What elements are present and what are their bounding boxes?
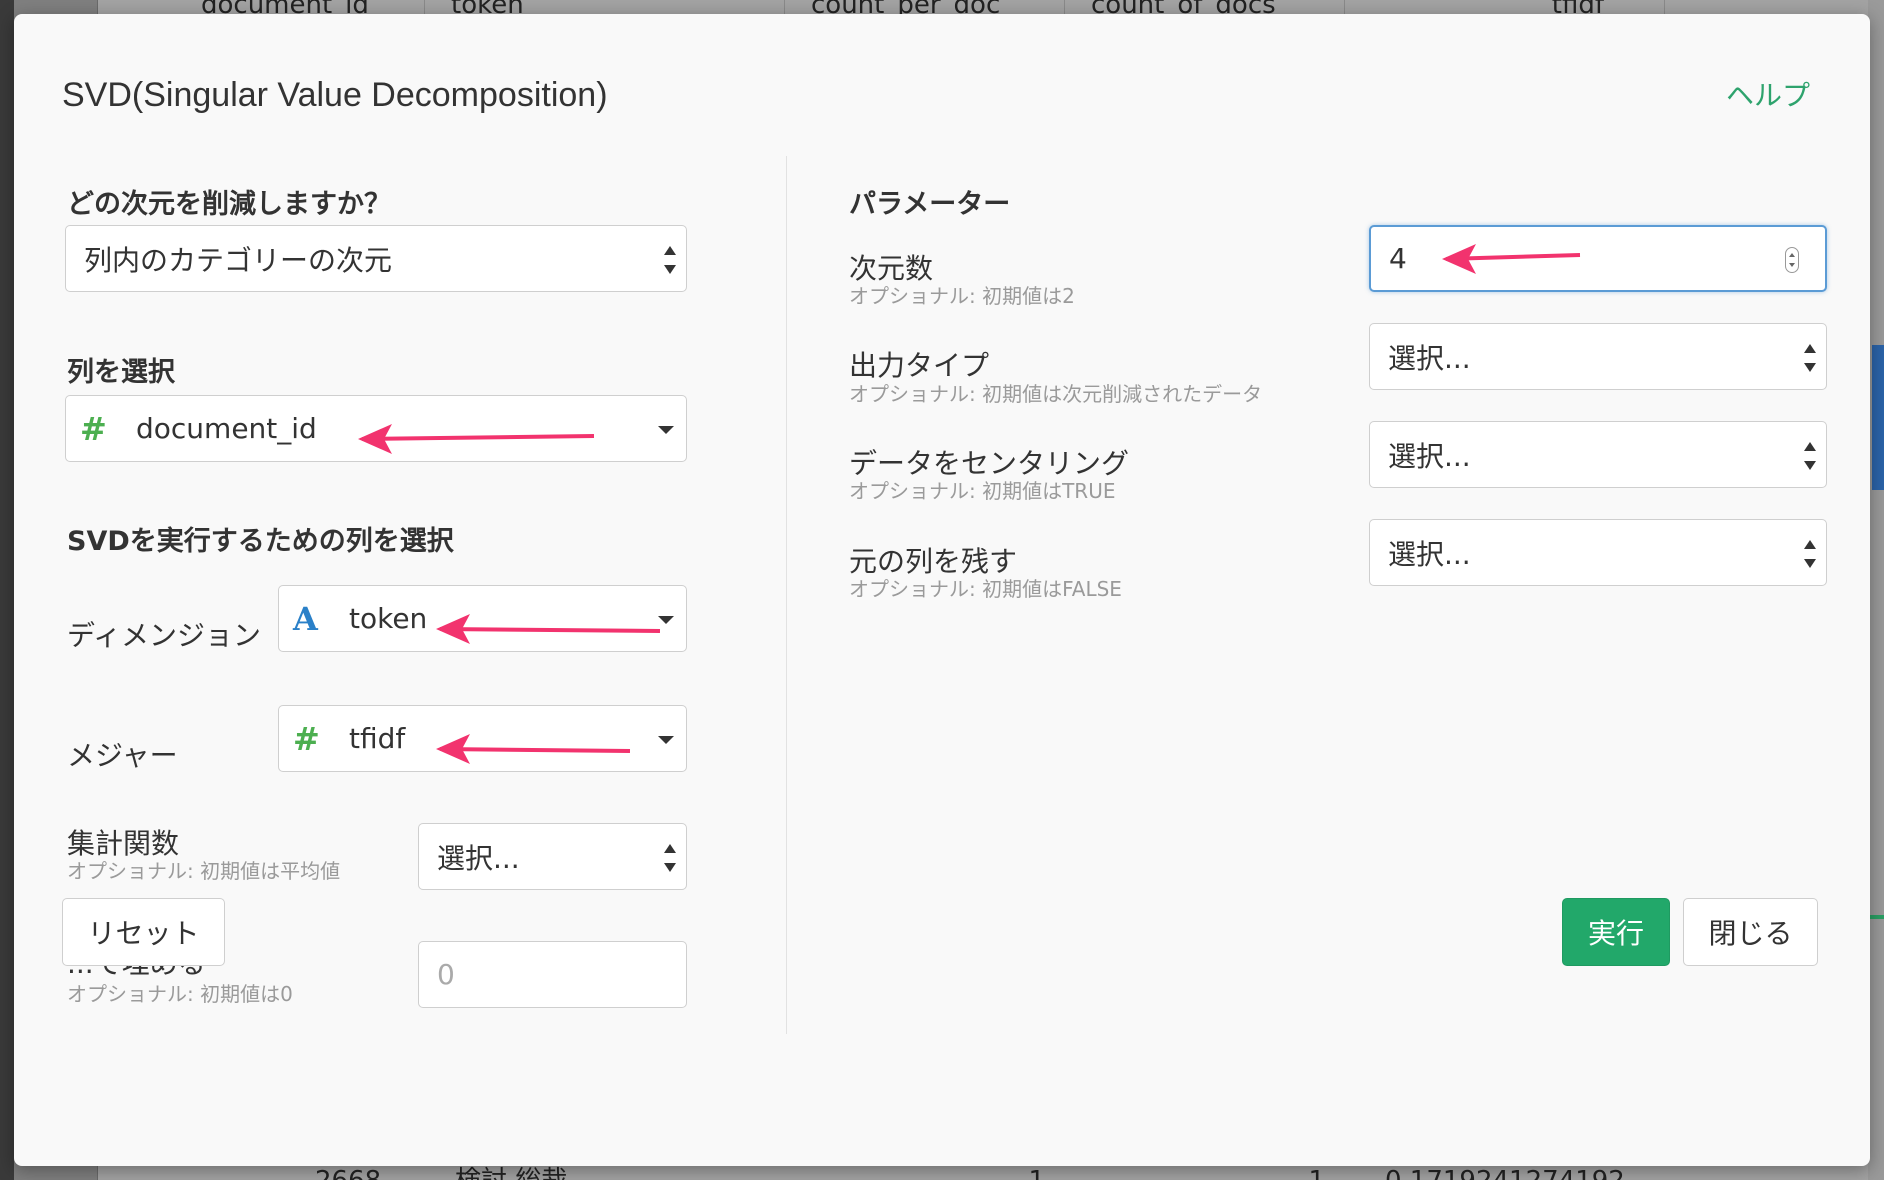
dimension-label: ディメンジョン [67, 619, 262, 652]
svd-dialog: SVD(Singular Value Decomposition) ヘルプ どの… [14, 14, 1870, 1166]
params-title: パラメーター [849, 189, 1011, 220]
param-label-keep-original: 元の列を残す [849, 545, 1018, 578]
background-table-header: document_id token count_per_doc count_of… [175, 0, 1665, 14]
output-type-value: 選択... [1388, 341, 1471, 375]
close-button[interactable]: 閉じる [1683, 898, 1818, 966]
run-button[interactable]: 実行 [1562, 898, 1670, 966]
keep-original-value: 選択... [1388, 537, 1471, 571]
caret-down-icon [658, 736, 674, 744]
background-cell: 1 [1065, 1166, 1345, 1180]
background-left-sidebar [0, 0, 14, 1180]
updown-arrows-icon [664, 246, 676, 274]
aggregate-select[interactable]: 選択... [418, 823, 687, 890]
param-label-centering: データをセンタリング [849, 447, 1130, 480]
measure-label: メジャー [67, 739, 178, 772]
dialog-title: SVD(Singular Value Decomposition) [62, 76, 608, 114]
background-cell: 0.1719241274192 [1345, 1166, 1665, 1180]
background-cell: 1 [785, 1166, 1065, 1180]
param-label-dimensions: 次元数 [849, 252, 934, 285]
reduce-dimension-select[interactable]: 列内のカテゴリーの次元 [65, 225, 687, 292]
keep-original-select[interactable]: 選択... [1369, 519, 1827, 586]
fill-input[interactable]: 0 [418, 941, 687, 1008]
param-label-output-type: 出力タイプ [849, 349, 990, 382]
numeric-type-icon: # [80, 409, 107, 448]
background-selected-highlight [1872, 345, 1884, 490]
output-type-select[interactable]: 選択... [1369, 323, 1827, 390]
reduce-dimension-question: どの次元を削減しますか？ [67, 189, 391, 220]
reduce-dimension-value: 列内のカテゴリーの次元 [84, 243, 393, 277]
updown-arrows-icon [1804, 344, 1816, 372]
dimension-value: token [349, 602, 428, 635]
centering-select[interactable]: 選択... [1369, 421, 1827, 488]
updown-arrows-icon [664, 844, 676, 872]
annotation-arrow-icon [436, 614, 661, 644]
param-sublabel-output-type: オプショナル: 初期値は次元削減されたデータ [849, 382, 1263, 406]
annotation-arrow-icon [358, 424, 595, 454]
param-sublabel-keep-original: オプショナル: 初期値はFALSE [849, 577, 1122, 601]
background-green-marker [1868, 915, 1884, 919]
svd-columns-title: SVDを実行するための列を選択 [67, 526, 454, 557]
updown-arrows-icon [1804, 442, 1816, 470]
background-col-header: tfidf [1345, 0, 1665, 14]
background-right-panel [1868, 0, 1884, 1180]
background-table-row: 2668 検討 総裁 1 1 0.1719241274192 [175, 1166, 1665, 1180]
number-spinner-icon[interactable] [1785, 247, 1799, 273]
aggregate-sublabel: オプショナル: 初期値は平均値 [67, 859, 341, 883]
string-type-icon: A [293, 599, 318, 638]
background-col-header: count_of_docs [1065, 0, 1345, 14]
annotation-arrow-icon [436, 734, 631, 764]
fill-placeholder: 0 [437, 958, 455, 991]
column-select-value: document_id [136, 412, 317, 445]
background-col-header: document_id [175, 0, 425, 14]
caret-down-icon [658, 426, 674, 434]
reset-button[interactable]: リセット [62, 898, 225, 966]
column-select-title: 列を選択 [67, 357, 175, 388]
dimensions-value: 4 [1389, 242, 1407, 275]
annotation-arrow-icon [1442, 244, 1581, 274]
param-sublabel-dimensions: オプショナル: 初期値は2 [849, 284, 1075, 308]
background-cell: 検討 総裁 [425, 1166, 785, 1180]
fill-sublabel: オプショナル: 初期値は0 [67, 982, 293, 1006]
updown-arrows-icon [1804, 540, 1816, 568]
aggregate-label: 集計関数 [67, 827, 180, 860]
background-col-header: count_per_doc [785, 0, 1065, 14]
background-col-header: token [425, 0, 785, 14]
help-link[interactable]: ヘルプ [1726, 74, 1810, 114]
aggregate-value: 選択... [437, 841, 520, 875]
param-sublabel-centering: オプショナル: 初期値はTRUE [849, 479, 1116, 503]
centering-value: 選択... [1388, 439, 1471, 473]
numeric-type-icon: # [293, 719, 320, 758]
background-cell: 2668 [175, 1166, 425, 1180]
measure-value: tfidf [349, 722, 406, 755]
column-divider [786, 156, 787, 1034]
